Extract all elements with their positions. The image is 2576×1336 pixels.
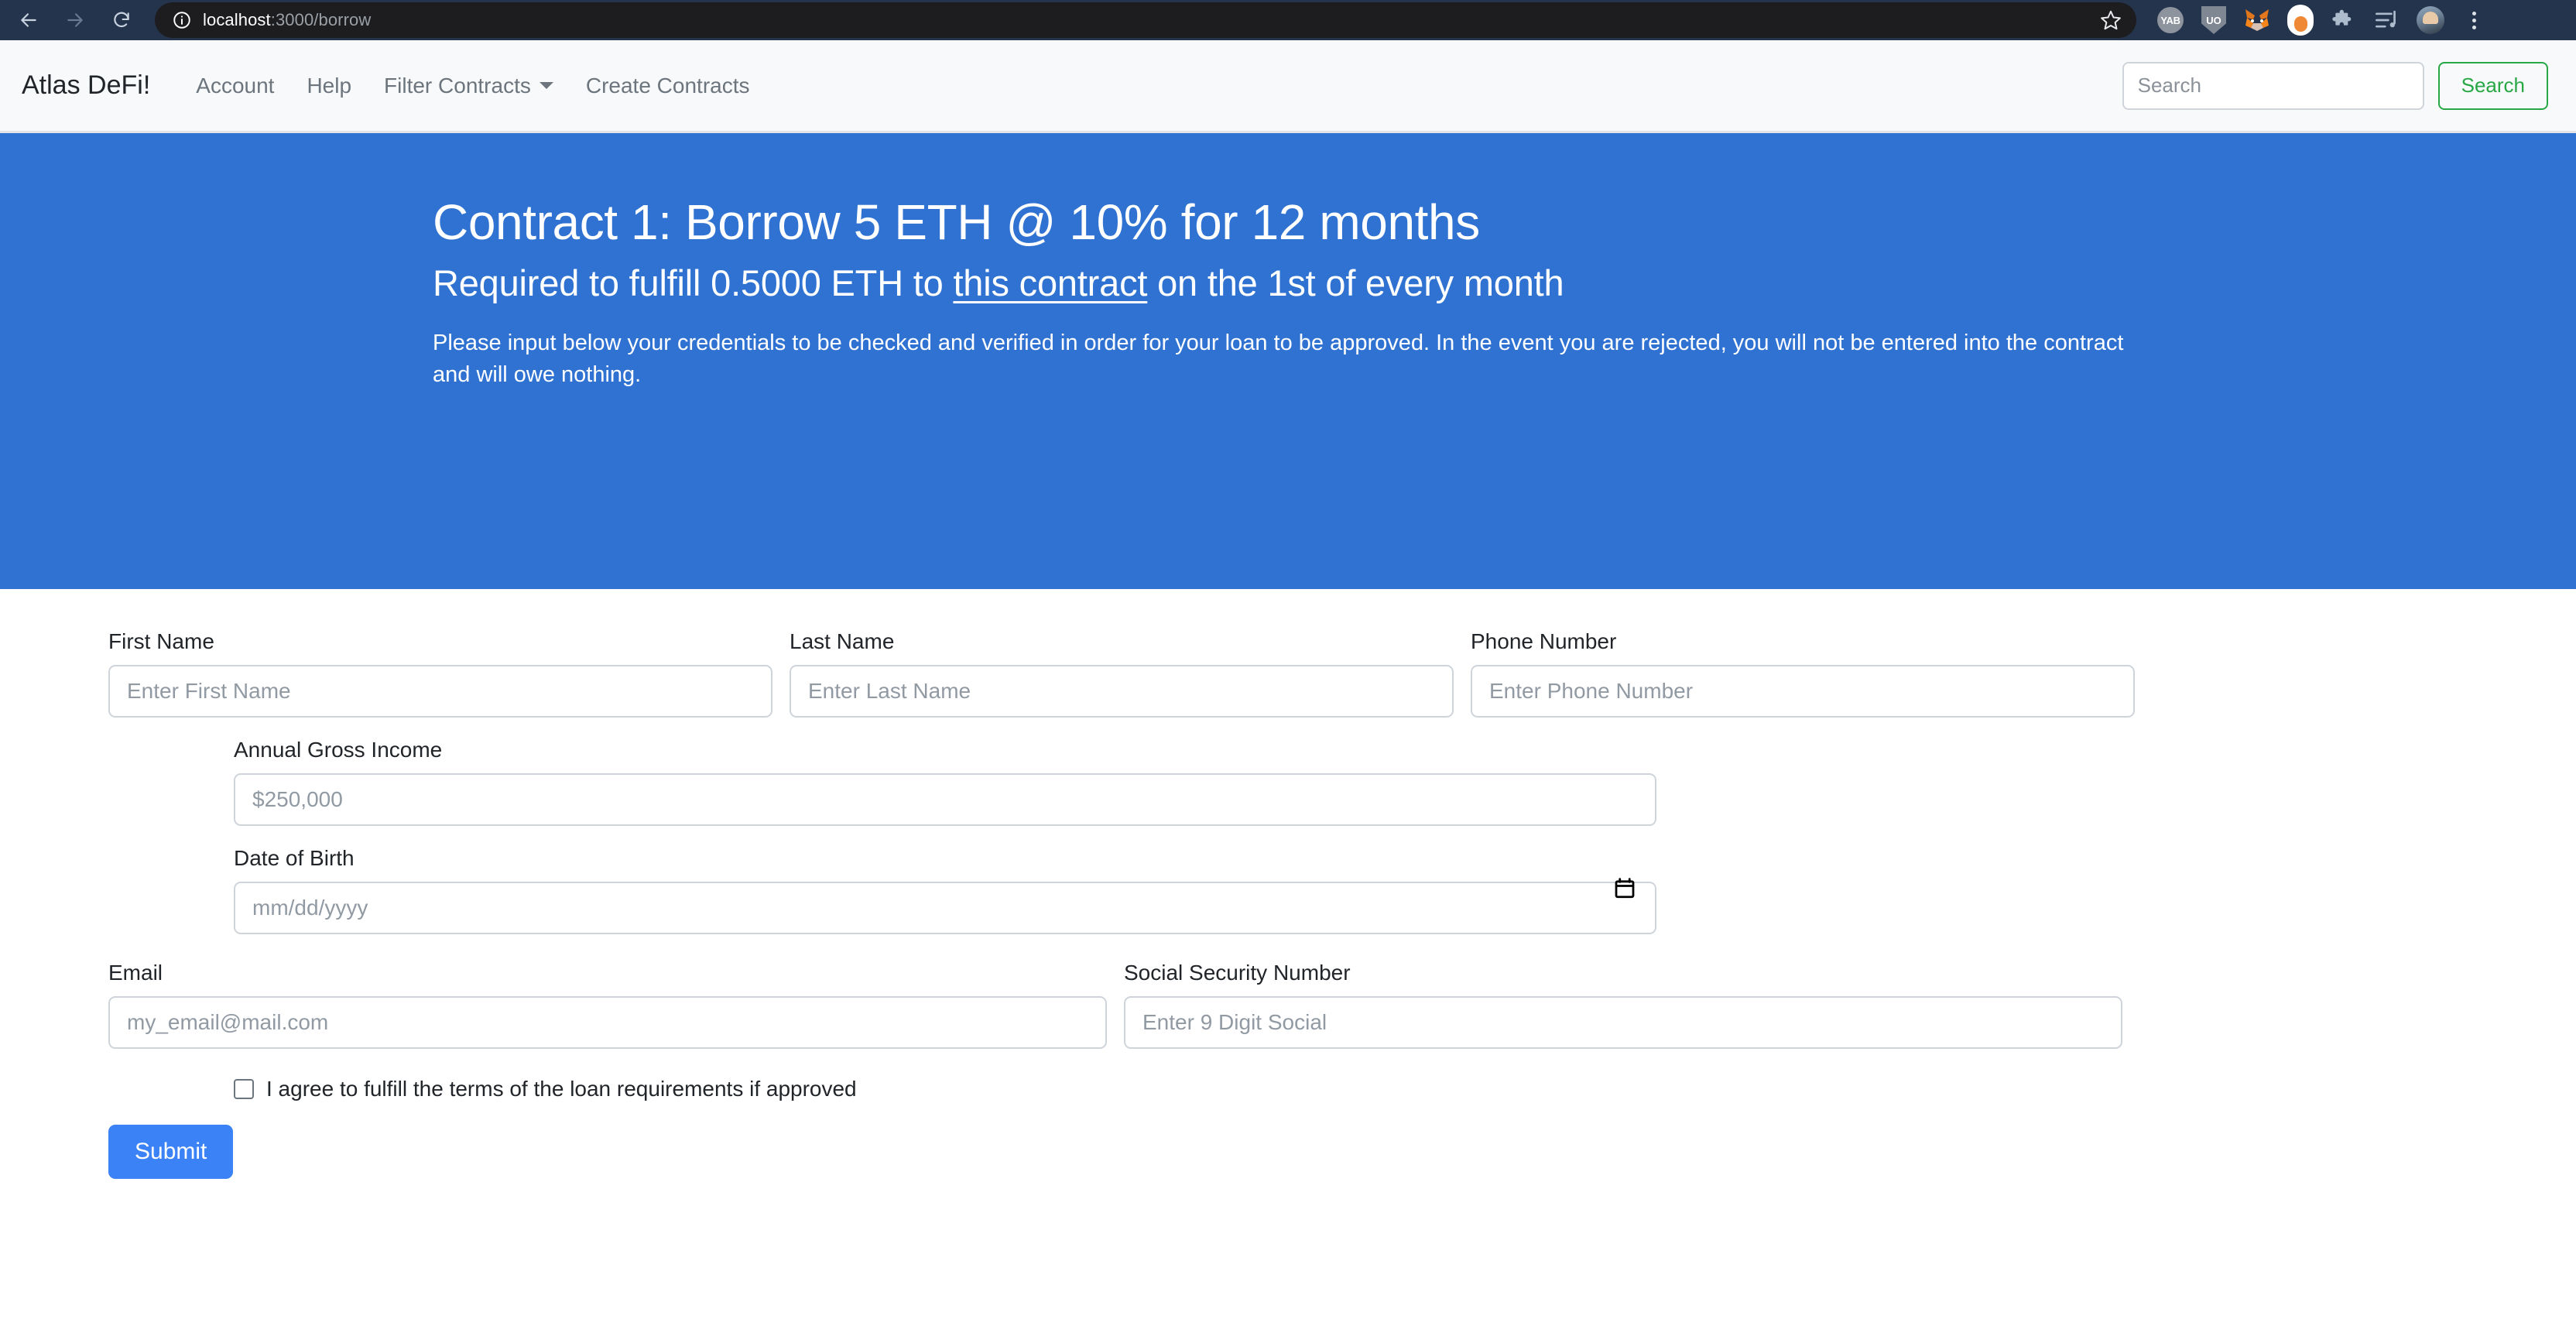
extensions-puzzle-icon[interactable]: [2330, 6, 2358, 34]
puzzle-glyph: [2332, 9, 2352, 26]
reload-button[interactable]: [101, 3, 142, 37]
email-label: Email: [108, 961, 163, 985]
three-dot-menu-icon[interactable]: [2460, 6, 2488, 34]
terms-agreement-row: I agree to fulfill the terms of the loan…: [0, 1049, 2576, 1101]
date-of-birth-input[interactable]: [234, 882, 1656, 934]
back-button[interactable]: [8, 3, 50, 37]
annual-gross-income-input[interactable]: [234, 773, 1656, 826]
search-button[interactable]: Search: [2437, 61, 2548, 110]
toggle-extension-icon[interactable]: [2287, 5, 2314, 36]
submit-button[interactable]: Submit: [108, 1125, 234, 1179]
browser-nav-buttons: [8, 3, 142, 37]
nav-link-filter-contracts[interactable]: Filter Contracts: [368, 74, 570, 98]
last-name-label: Last Name: [790, 629, 895, 653]
field-ssn: Social Security Number: [1124, 961, 2122, 1049]
browser-extensions-tray: YAB UO: [2156, 5, 2488, 36]
forward-button[interactable]: [54, 3, 96, 37]
nav-link-help-label: Help: [307, 73, 352, 98]
hero-subtitle: Required to fulfill 0.5000 ETH to this c…: [433, 262, 2143, 304]
this-contract-link[interactable]: this contract: [953, 262, 1147, 303]
nav-link-create-contracts[interactable]: Create Contracts: [570, 74, 766, 98]
annual-gross-income-label: Annual Gross Income: [234, 738, 443, 762]
field-annual-gross-income: Annual Gross Income: [234, 738, 1656, 826]
url-path: :3000/borrow: [270, 10, 372, 29]
hero-paragraph: Please input below your credentials to b…: [433, 331, 2124, 388]
field-phone-number: Phone Number: [1471, 629, 2135, 718]
app-navbar: Atlas DeFi! Account Help Filter Contract…: [0, 40, 2576, 133]
terms-agreement-checkbox[interactable]: [234, 1079, 254, 1099]
hero-subtitle-after: on the 1st of every month: [1147, 262, 1564, 303]
chevron-down-icon: [539, 82, 553, 89]
yab-extension-label: YAB: [2157, 7, 2184, 33]
browser-toolbar: localhost:3000/borrow YAB UO: [0, 0, 2576, 40]
star-icon[interactable]: [2099, 9, 2122, 32]
field-date-of-birth: Date of Birth: [234, 846, 1656, 934]
url-host: localhost: [203, 10, 271, 29]
borrow-form: First Name Last Name Phone Number Annual…: [0, 589, 2576, 1179]
hero-inner: Contract 1: Borrow 5 ETH @ 10% for 12 mo…: [417, 194, 2159, 391]
toggle-extension-glyph: [2287, 5, 2314, 36]
reload-icon: [111, 10, 132, 30]
field-last-name: Last Name: [790, 629, 1454, 718]
brand-logo[interactable]: Atlas DeFi!: [22, 70, 150, 101]
ssn-input[interactable]: [1124, 996, 2122, 1049]
hero-subtitle-before: Required to fulfill 0.5000 ETH to: [433, 262, 954, 303]
last-name-input[interactable]: [790, 665, 1454, 718]
form-row-income: Annual Gross Income: [0, 738, 2576, 826]
first-name-label: First Name: [108, 629, 214, 653]
back-arrow-icon: [19, 10, 39, 30]
field-first-name: First Name: [108, 629, 772, 718]
navbar-search-area: Search: [2122, 61, 2548, 110]
metamask-fox-glyph: [2245, 9, 2269, 31]
playlist-glyph: [2375, 10, 2396, 28]
forward-arrow-icon: [65, 10, 85, 30]
nav-link-account[interactable]: Account: [180, 74, 290, 98]
nav-link-filter-contracts-label: Filter Contracts: [384, 73, 531, 98]
uo-shield-extension-icon[interactable]: UO: [2200, 6, 2228, 34]
phone-number-label: Phone Number: [1471, 629, 1617, 653]
first-name-input[interactable]: [108, 665, 772, 718]
url-text: localhost:3000/borrow: [203, 10, 371, 30]
site-info-icon[interactable]: [172, 10, 192, 30]
form-row-dob: Date of Birth: [0, 846, 2576, 934]
metamask-extension-icon[interactable]: [2243, 6, 2271, 34]
search-input[interactable]: [2122, 61, 2424, 110]
terms-agreement-label: I agree to fulfill the terms of the loan…: [266, 1077, 857, 1101]
nav-link-account-label: Account: [196, 73, 275, 98]
email-input[interactable]: [108, 996, 1107, 1049]
media-playlist-icon[interactable]: [2373, 6, 2401, 34]
nav-link-create-contracts-label: Create Contracts: [585, 73, 750, 98]
page-title: Contract 1: Borrow 5 ETH @ 10% for 12 mo…: [433, 194, 1480, 250]
submit-row: Submit: [0, 1101, 2576, 1179]
form-row-email-ssn: Email Social Security Number: [0, 961, 2576, 1049]
address-bar[interactable]: localhost:3000/borrow: [155, 2, 2136, 38]
profile-avatar-icon[interactable]: [2417, 6, 2444, 34]
avatar: [2417, 6, 2444, 34]
field-email: Email: [108, 961, 1107, 1049]
ssn-label: Social Security Number: [1124, 961, 1351, 985]
yab-extension-icon[interactable]: YAB: [2156, 6, 2184, 34]
nav-link-help[interactable]: Help: [290, 74, 368, 98]
phone-number-input[interactable]: [1471, 665, 2135, 718]
hero-banner: Contract 1: Borrow 5 ETH @ 10% for 12 mo…: [0, 133, 2576, 589]
date-of-birth-label: Date of Birth: [234, 846, 355, 870]
form-row-names: First Name Last Name Phone Number: [0, 629, 2576, 718]
nav-links: Account Help Filter Contracts Create Con…: [180, 74, 766, 98]
uo-extension-label: UO: [2201, 6, 2226, 34]
